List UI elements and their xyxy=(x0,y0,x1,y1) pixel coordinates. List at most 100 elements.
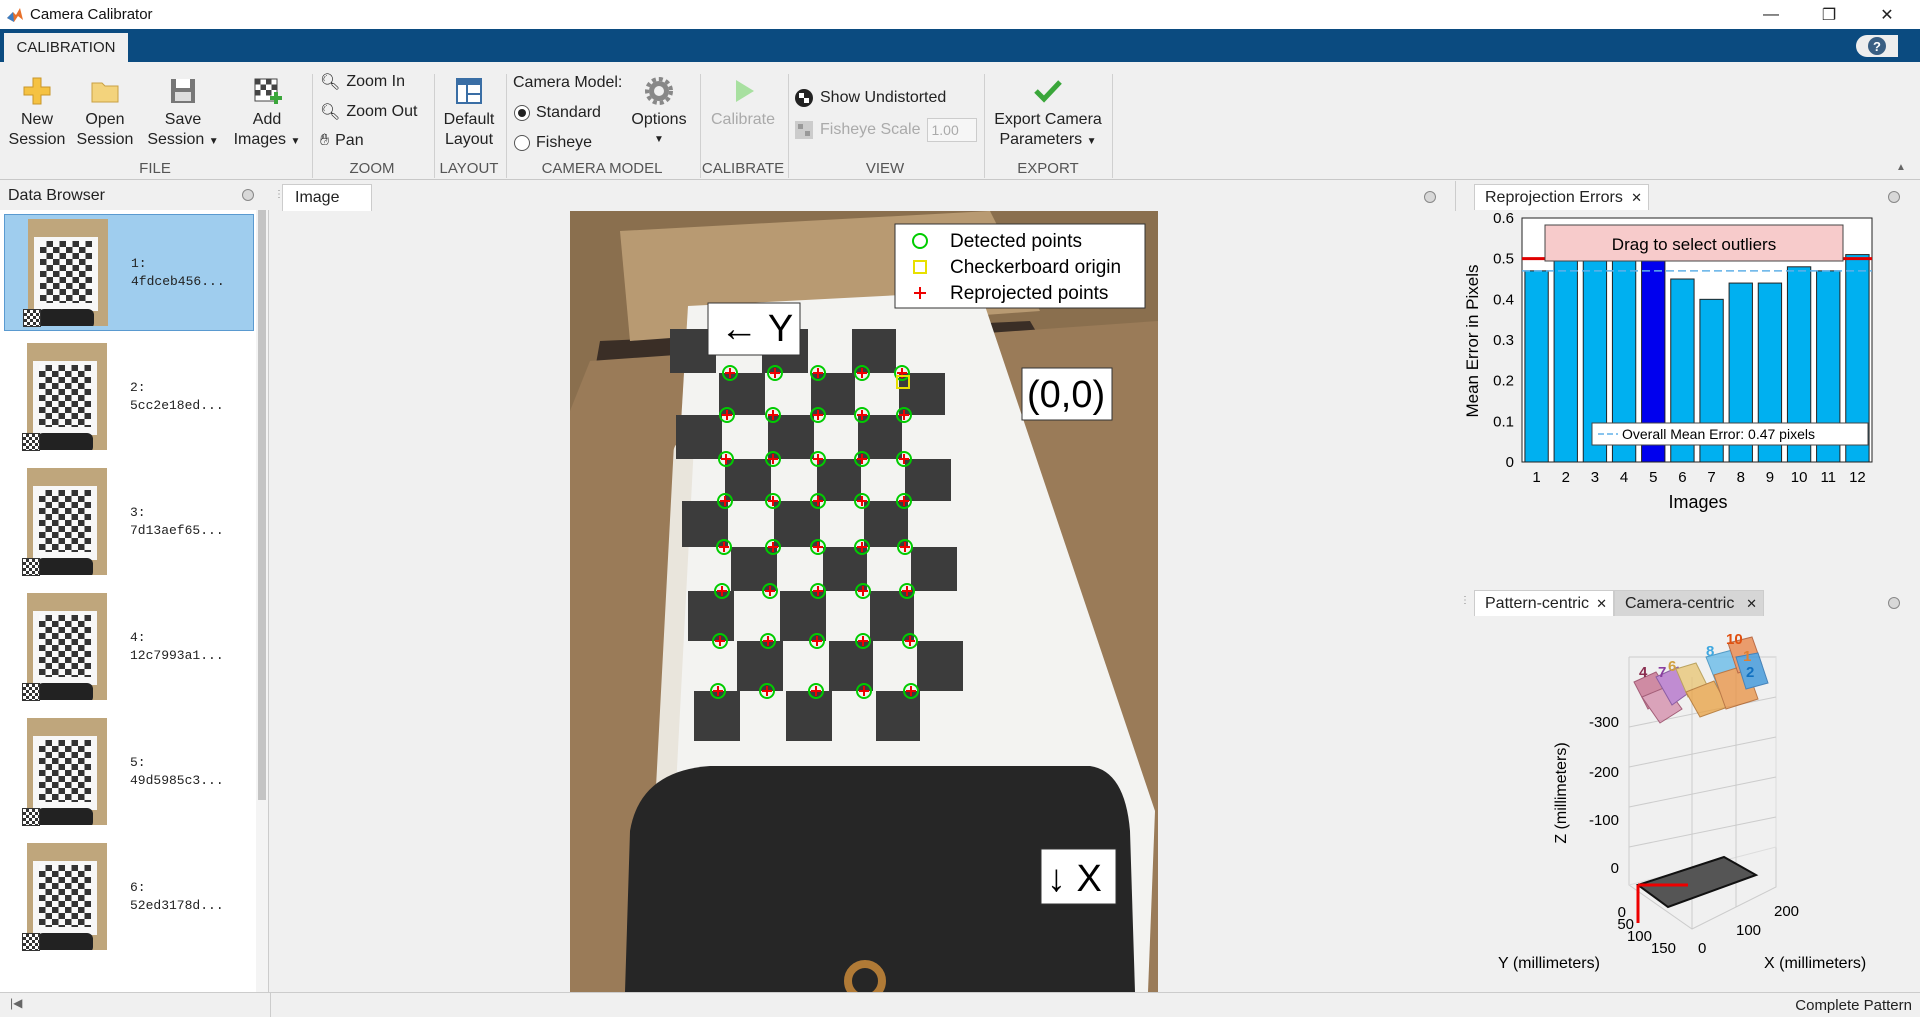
maximize-button[interactable]: ❐ xyxy=(1800,0,1858,29)
status-collapse-icon[interactable]: |◀ xyxy=(10,996,22,1010)
radio-empty-icon xyxy=(514,135,530,151)
extrinsics-3d-plot[interactable]: 4 7 6 8 10 1 2 -300 -200 -100 0 0 50 100… xyxy=(1456,617,1920,992)
legend-reprojected: Reprojected points xyxy=(950,283,1108,304)
undistort-icon xyxy=(795,89,813,107)
panel-options-icon[interactable] xyxy=(1424,191,1436,203)
panel-options-icon[interactable] xyxy=(1888,597,1900,609)
section-layout: LAYOUT xyxy=(439,160,499,177)
tab-reprojection-errors[interactable]: Reprojection Errors ✕ xyxy=(1474,184,1649,210)
list-item[interactable]: 6: 52ed3178d... xyxy=(4,839,254,956)
default-layout-button[interactable]: Default Layout xyxy=(438,76,500,150)
scrollbar-thumb[interactable] xyxy=(258,210,266,800)
y-tick-label: 0.2 xyxy=(1493,373,1514,390)
options-button[interactable]: Options ▼ xyxy=(626,76,692,150)
bar[interactable] xyxy=(1553,254,1578,463)
checkerboard-badge-icon xyxy=(22,558,40,576)
y-tick-label: 0 xyxy=(1506,454,1514,471)
fisheye-scale-icon xyxy=(795,121,813,139)
camera-label-4: 4 xyxy=(1639,664,1648,681)
x-tick-label: 4 xyxy=(1620,469,1628,486)
minimize-button[interactable]: — xyxy=(1742,0,1800,29)
data-browser-header: Data Browser xyxy=(0,181,269,210)
tab-pattern-centric[interactable]: Pattern-centric ✕ xyxy=(1474,590,1614,616)
x-tick-label: 8 xyxy=(1737,469,1745,486)
checkmark-icon xyxy=(1034,80,1062,103)
z-axis-title: Z (millimeters) xyxy=(1553,742,1570,843)
thumbnail-case xyxy=(37,558,93,575)
thumbnail-checkerboard xyxy=(39,615,91,677)
checkerboard-square xyxy=(688,591,734,641)
data-browser-scrollbar[interactable] xyxy=(256,210,268,992)
x-axis-label: ↓ X xyxy=(1047,858,1102,900)
export-camera-parameters-button[interactable]: Export Camera Parameters ▼ xyxy=(988,76,1108,152)
section-file: FILE xyxy=(139,160,171,177)
image-label: 2: 5cc2e18ed... xyxy=(130,379,224,415)
list-item[interactable]: 4: 12c7993a1... xyxy=(4,589,254,706)
bar[interactable] xyxy=(1524,270,1549,463)
panel-options-icon[interactable] xyxy=(242,189,254,201)
standard-radio[interactable]: Standard xyxy=(514,104,601,122)
save-session-label-2: Session ▼ xyxy=(147,131,219,148)
drag-handle-icon[interactable]: ⋮ xyxy=(1460,595,1470,606)
list-item[interactable]: 3: 7d13aef65... xyxy=(4,464,254,581)
close-button[interactable]: ✕ xyxy=(1858,0,1916,29)
calibrate-button[interactable]: Calibrate xyxy=(706,76,780,130)
checkerboard-square xyxy=(676,415,722,459)
y-ticks: 0 0.1 0.2 0.3 0.4 0.5 0.6 xyxy=(1493,211,1514,471)
close-tab-icon[interactable]: ✕ xyxy=(1746,596,1757,612)
pan-button[interactable]: ✋︎ Pan xyxy=(320,132,364,150)
new-session-label-2: Session xyxy=(8,131,66,148)
image-display[interactable]: Detected points Checkerboard origin Repr… xyxy=(270,211,1456,992)
separator xyxy=(270,993,271,1017)
image-hash: 7d13aef65... xyxy=(130,523,224,538)
export-label-1: Export Camera xyxy=(994,111,1102,128)
origin-label: (0,0) xyxy=(1027,374,1105,416)
tab-camera-centric[interactable]: Camera-centric ✕ xyxy=(1614,590,1764,616)
extrinsics-pane: ⋮ Pattern-centric ✕ Camera-centric ✕ 4 7 6… xyxy=(1456,587,1920,992)
fisheye-scale-control[interactable]: Fisheye Scale 1.00 xyxy=(794,118,977,142)
x-axis-title-3d: X (millimeters) xyxy=(1764,955,1866,972)
list-item[interactable]: 5: 49d5985c3... xyxy=(4,714,254,831)
image-hash: 12c7993a1... xyxy=(130,648,224,663)
close-tab-icon[interactable]: ✕ xyxy=(1631,190,1642,206)
fisheye-radio[interactable]: Fisheye xyxy=(514,134,592,152)
help-button[interactable]: ? xyxy=(1856,35,1898,57)
zoom-out-button[interactable]: 🔍︎ Zoom Out xyxy=(320,102,417,122)
camera-label-2: 2 xyxy=(1746,664,1754,681)
tab-calibration[interactable]: CALIBRATION xyxy=(4,33,128,62)
chevron-down-icon: ▼ xyxy=(1086,136,1097,147)
close-tab-icon[interactable]: ✕ xyxy=(1596,596,1607,612)
zoom-out-icon: 🔍︎ xyxy=(320,104,341,121)
thumbnail-case xyxy=(37,433,93,450)
checkerboard-photo[interactable]: Detected points Checkerboard origin Repr… xyxy=(570,211,1158,992)
tab-image[interactable]: Image xyxy=(282,184,372,211)
folder-icon xyxy=(91,82,119,103)
y-tick-label: 0.1 xyxy=(1493,413,1514,430)
image-hash: 5cc2e18ed... xyxy=(130,398,224,413)
save-session-button[interactable]: Save Session ▼ xyxy=(144,76,222,152)
x-tick-label: 1 xyxy=(1532,469,1540,486)
x-ticks-3d: 0 100 200 xyxy=(1698,903,1799,957)
x-tick-label: 9 xyxy=(1766,469,1774,486)
thumbnail-checkerboard xyxy=(39,490,91,552)
thumbnail-case xyxy=(38,309,94,326)
panel-options-icon[interactable] xyxy=(1888,191,1900,203)
show-undistorted-button[interactable]: Show Undistorted xyxy=(794,88,946,108)
reprojection-bar-chart[interactable]: 00.10.20.30.40.50.6 1 2 3 4 5 6 7 8 9 10 11 12 Drag… xyxy=(1456,211,1920,587)
add-images-button[interactable]: Add Images ▼ xyxy=(228,76,306,152)
list-item[interactable]: 1: 4fdceb456... xyxy=(4,214,254,331)
open-session-button[interactable]: Open Session xyxy=(76,76,134,150)
add-images-label-2: Images ▼ xyxy=(233,131,301,148)
image-hash: 52ed3178d... xyxy=(130,898,224,913)
checkerboard-square xyxy=(917,641,963,691)
zoom-in-button[interactable]: 🔍︎ Zoom In xyxy=(320,72,405,92)
x-tick-label: 2 xyxy=(1562,469,1570,486)
reprojection-errors-pane: Reprojection Errors ✕ 0 0.1 0.2 0.3 0.4 0.5 0.6… xyxy=(1456,181,1920,587)
fisheye-scale-input[interactable]: 1.00 xyxy=(926,118,977,142)
list-item[interactable]: 2: 5cc2e18ed... xyxy=(4,339,254,456)
collapse-ribbon-icon[interactable]: ▲ xyxy=(1896,162,1906,173)
thumbnail-case xyxy=(37,808,93,825)
save-session-label-1: Save xyxy=(164,111,202,128)
new-session-button[interactable]: New Session xyxy=(8,76,66,150)
thumbnail-checkerboard xyxy=(39,365,91,427)
